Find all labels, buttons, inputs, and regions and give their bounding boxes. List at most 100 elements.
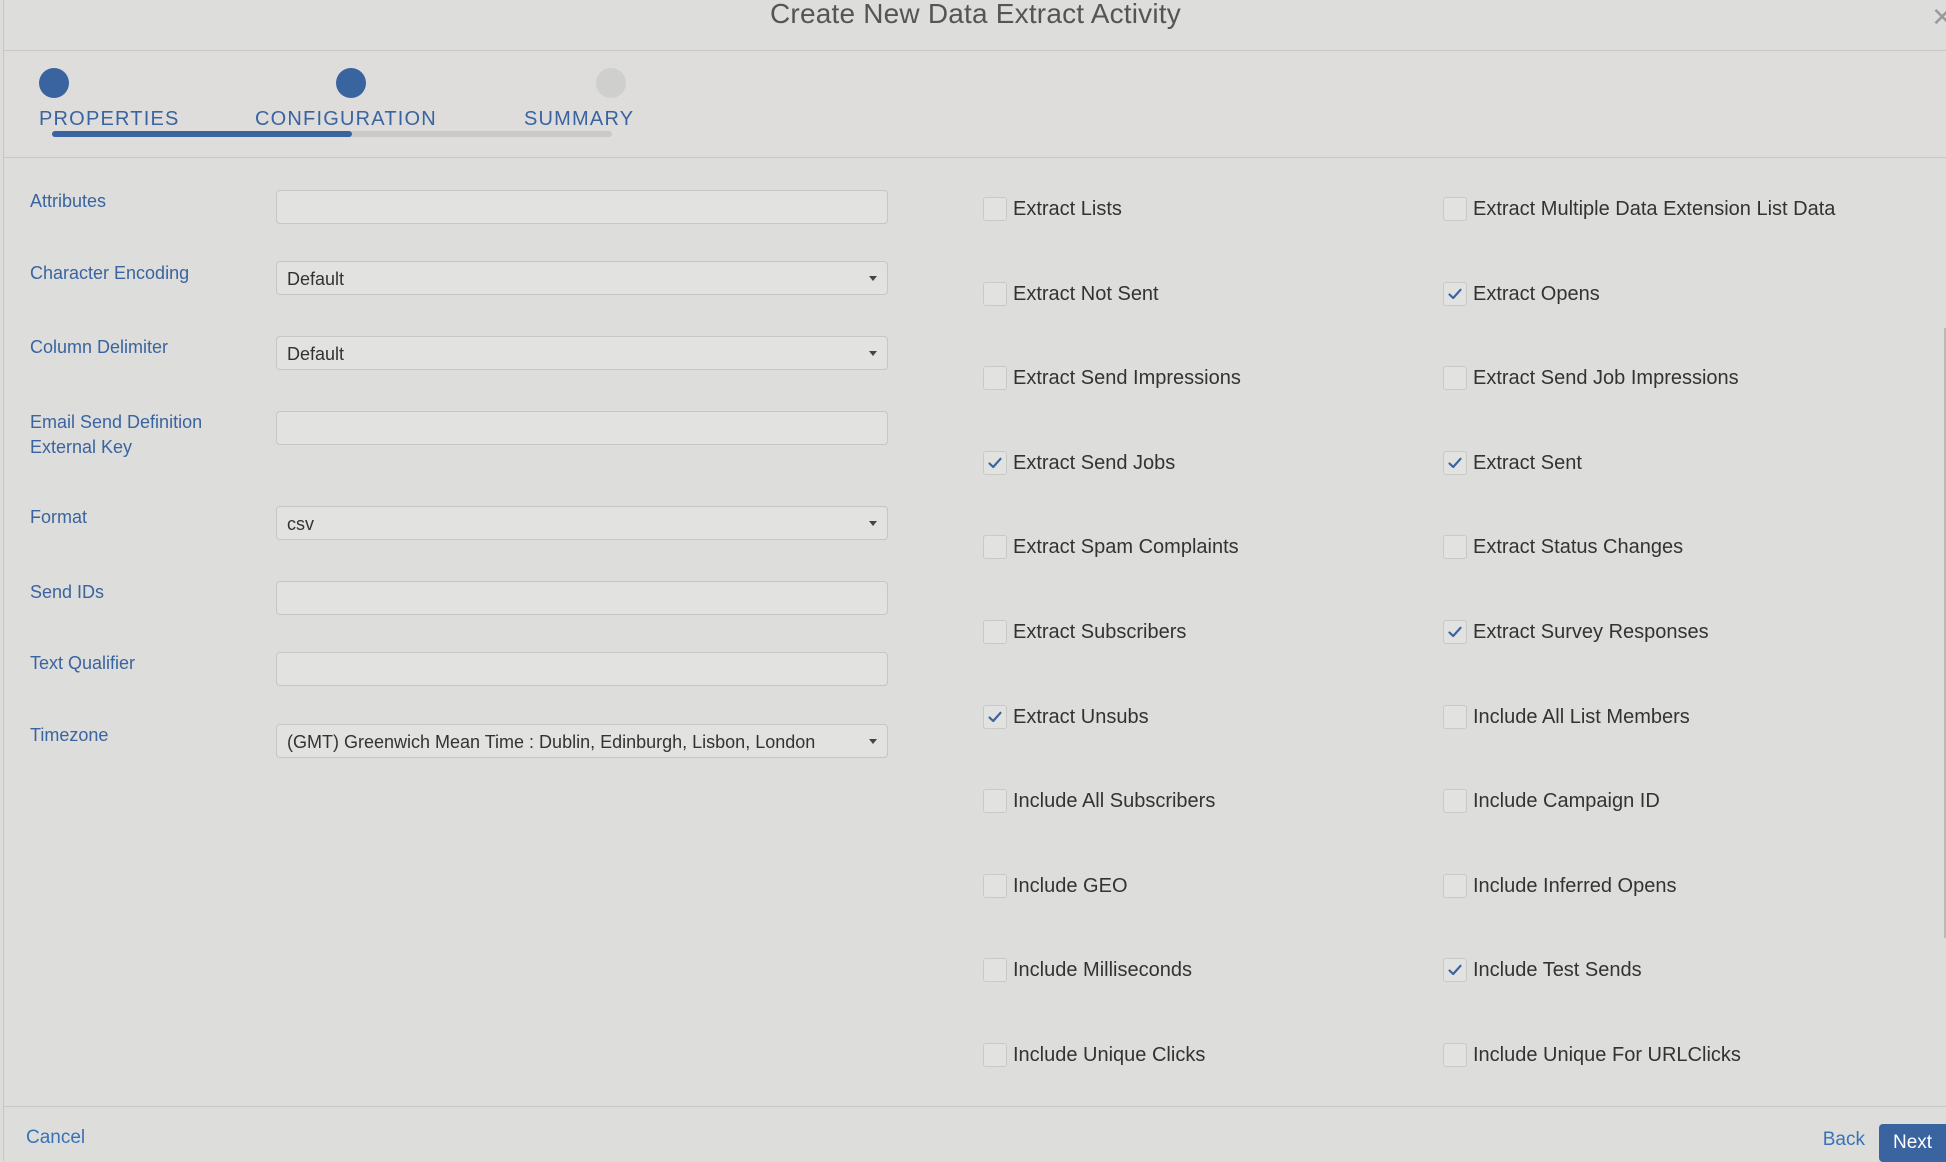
checkbox[interactable] [983,958,1007,982]
option-include-campaign-id[interactable]: Include Campaign ID [1443,786,1660,816]
checkbox[interactable] [1443,958,1467,982]
text-qualifier-label: Text Qualifier [30,653,136,673]
checkbox[interactable] [983,789,1007,813]
checkbox[interactable] [1443,535,1467,559]
timezone-label: Timezone [30,725,109,745]
option-include-test-sends[interactable]: Include Test Sends [1443,955,1642,985]
checkbox[interactable] [983,366,1007,390]
option-extract-status-changes[interactable]: Extract Status Changes [1443,532,1683,562]
cancel-button[interactable]: Cancel [26,1127,85,1149]
progress-track-fill [52,131,352,137]
back-button[interactable]: Back [1823,1129,1865,1151]
option-extract-unsubs[interactable]: Extract Unsubs [983,702,1149,732]
dialog-header: Create New Data Extract Activity ✕ [4,0,1946,51]
checkmark-icon [1448,626,1462,638]
option-extract-opens[interactable]: Extract Opens [1443,279,1600,309]
format-select[interactable]: csv [276,506,888,540]
checkbox[interactable] [983,620,1007,644]
option-extract-send-jobs[interactable]: Extract Send Jobs [983,448,1175,478]
next-button[interactable]: Next [1879,1124,1946,1162]
option-extract-survey-responses[interactable]: Extract Survey Responses [1443,617,1709,647]
option-label: Extract Multiple Data Extension List Dat… [1473,197,1836,220]
option-label: Include All List Members [1473,705,1690,728]
checkbox[interactable] [983,705,1007,729]
option-extract-not-sent[interactable]: Extract Not Sent [983,279,1159,309]
option-label: Extract Subscribers [1013,620,1187,643]
checkbox[interactable] [983,535,1007,559]
option-label: Extract Not Sent [1013,282,1159,305]
wizard-progress: PROPERTIES CONFIGURATION SUMMARY [4,51,1946,158]
option-label: Include GEO [1013,874,1128,897]
character-encoding-select[interactable]: Default [276,261,888,295]
option-extract-lists[interactable]: Extract Lists [983,194,1122,224]
option-include-all-list-members[interactable]: Include All List Members [1443,702,1690,732]
checkbox[interactable] [983,197,1007,221]
email-send-definition-label-line2: External Key [30,437,133,457]
option-extract-send-job-impressions[interactable]: Extract Send Job Impressions [1443,363,1739,393]
send-ids-input[interactable] [276,581,888,615]
checkmark-icon [1448,288,1462,300]
option-label: Include Campaign ID [1473,789,1660,812]
option-label: Extract Send Jobs [1013,451,1176,474]
checkbox[interactable] [983,282,1007,306]
checkbox[interactable] [1443,197,1467,221]
step-label-configuration[interactable]: CONFIGURATION [255,108,437,131]
step-label-properties[interactable]: PROPERTIES [39,108,180,131]
text-qualifier-input[interactable] [276,652,888,686]
checkmark-icon [1448,964,1462,976]
checkbox[interactable] [1443,789,1467,813]
checkbox[interactable] [1443,1043,1467,1067]
attributes-input[interactable] [276,190,888,224]
option-label: Extract Unsubs [1013,705,1149,728]
checkbox[interactable] [983,1043,1007,1067]
option-label: Extract Sent [1473,451,1582,474]
option-label: Include Unique For URLClicks [1473,1043,1741,1066]
checkbox[interactable] [1443,705,1467,729]
attributes-label: Attributes [30,191,107,211]
option-label: Extract Spam Complaints [1013,535,1239,558]
email-send-definition-input[interactable] [276,411,888,445]
option-extract-spam-complaints[interactable]: Extract Spam Complaints [983,532,1239,562]
option-include-unique-for-urlclicks[interactable]: Include Unique For URLClicks [1443,1040,1741,1070]
step-dot-configuration[interactable] [336,68,366,98]
step-dot-properties[interactable] [39,68,69,98]
option-label: Include All Subscribers [1013,789,1216,812]
option-label: Extract Send Impressions [1013,366,1241,389]
dialog-title: Create New Data Extract Activity [770,0,1181,29]
checkbox[interactable] [983,451,1007,475]
step-label-summary: SUMMARY [524,108,635,130]
option-extract-send-impressions[interactable]: Extract Send Impressions [983,363,1241,393]
option-label: Extract Lists [1013,197,1122,220]
option-label: Extract Survey Responses [1473,620,1709,643]
checkbox[interactable] [1443,366,1467,390]
email-send-definition-label: Email Send Definition External Key [30,410,230,460]
option-extract-multiple-data-extension-list-data[interactable]: Extract Multiple Data Extension List Dat… [1443,194,1835,224]
checkbox[interactable] [1443,874,1467,898]
close-icon[interactable]: ✕ [1931,2,1946,33]
checkmark-icon [988,457,1002,469]
option-include-unique-clicks[interactable]: Include Unique Clicks [983,1040,1205,1070]
option-label: Include Inferred Opens [1473,874,1677,897]
option-include-geo[interactable]: Include GEO [983,871,1128,901]
checkbox[interactable] [1443,282,1467,306]
checkbox[interactable] [1443,451,1467,475]
column-delimiter-select[interactable]: Default [276,336,888,370]
option-include-inferred-opens[interactable]: Include Inferred Opens [1443,871,1676,901]
option-label: Extract Send Job Impressions [1473,366,1739,389]
option-label: Include Test Sends [1473,958,1642,981]
option-include-milliseconds[interactable]: Include Milliseconds [983,955,1192,985]
checkbox[interactable] [983,874,1007,898]
option-label: Extract Status Changes [1473,535,1684,558]
column-delimiter-label: Column Delimiter [30,337,169,357]
timezone-select[interactable]: (GMT) Greenwich Mean Time : Dublin, Edin… [276,724,888,758]
data-extract-dialog: Create New Data Extract Activity ✕ PROPE… [3,0,1946,1162]
dialog-footer: Cancel Back Next [4,1106,1946,1162]
checkmark-icon [1448,457,1462,469]
option-include-all-subscribers[interactable]: Include All Subscribers [983,786,1215,816]
option-extract-subscribers[interactable]: Extract Subscribers [983,617,1186,647]
option-extract-sent[interactable]: Extract Sent [1443,448,1582,478]
checkbox[interactable] [1443,620,1467,644]
checkmark-icon [988,711,1002,723]
character-encoding-label: Character Encoding [30,263,190,283]
option-label: Include Milliseconds [1013,958,1192,981]
